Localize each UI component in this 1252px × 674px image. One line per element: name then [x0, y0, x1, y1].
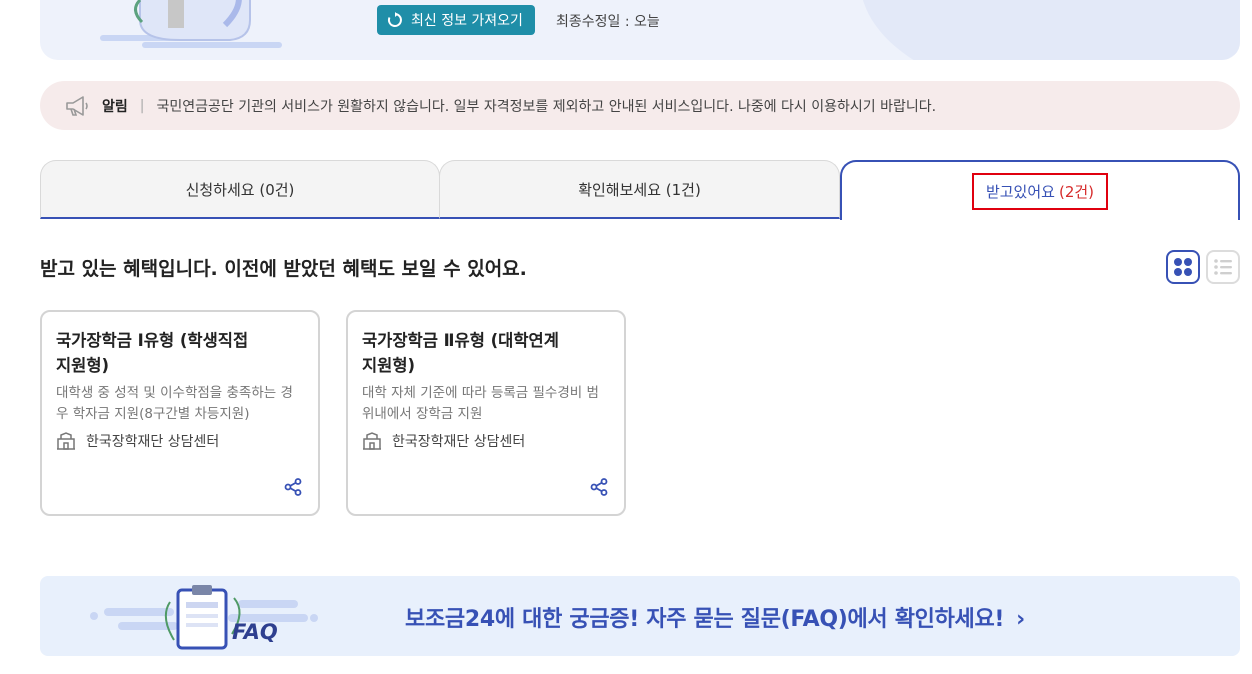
refresh-icon [387, 12, 402, 27]
benefit-card-org: 한국장학재단 상담센터 [362, 431, 610, 451]
notice-separator: | [139, 97, 145, 114]
benefit-card-org: 한국장학재단 상담센터 [56, 431, 304, 451]
megaphone-icon [66, 95, 88, 116]
building-icon [363, 432, 381, 450]
tab-receiving[interactable]: 받고있어요 (2건) [840, 160, 1240, 220]
list-view-icon [1214, 259, 1232, 275]
chevron-right-icon: › [1016, 607, 1025, 632]
benefit-card-description: 대학 자체 기준에 따라 등록금 필수경비 범위내에서 장학금 지원 [362, 385, 599, 422]
benefit-card-title: 국가장학금 Ⅱ유형 (대학연계지원형) [362, 331, 559, 375]
notice-bar: 알림 | 국민연금공단 기관의 서비스가 원활하지 않습니다. 일부 자격정보를… [40, 81, 1240, 130]
benefit-card-description: 대학생 중 성적 및 이수학점을 충족하는 경우 학자금 지원(8구간별 차등지… [56, 385, 293, 422]
section-title: 받고 있는 혜택입니다. 이전에 받았던 혜택도 보일 수 있어요. [40, 258, 527, 280]
share-icon[interactable] [284, 478, 302, 496]
refresh-info-button[interactable]: 최신 정보 가져오기 [377, 5, 535, 35]
benefit-card[interactable]: 국가장학금 Ⅱ유형 (대학연계지원형) 대학 자체 기준에 따라 등록금 필수경… [346, 310, 626, 516]
tab-check[interactable]: 확인해보세요 (1건) [439, 160, 840, 219]
benefit-card-title: 국가장학금 Ⅰ유형 (학생직접지원형) [56, 331, 249, 375]
benefit-card-org-name: 한국장학재단 상담센터 [392, 434, 526, 450]
benefit-card[interactable]: 국가장학금 Ⅰ유형 (학생직접지원형) 대학생 중 성적 및 이수학점을 충족하… [40, 310, 320, 516]
tab-receiving-count: (2건) [1058, 182, 1095, 201]
benefit-tabs: 신청하세요 (0건) 확인해보세요 (1건) 받고있어요 (2건) [40, 160, 1240, 220]
grid-view-button[interactable] [1166, 250, 1200, 284]
faq-banner[interactable]: FAQ 보조금24에 대한 궁금증! 자주 묻는 질문(FAQ)에서 확인하세요… [40, 576, 1240, 656]
tab-receiving-label: 받고있어요 [985, 182, 1055, 201]
benefit-card-org-name: 한국장학재단 상담센터 [86, 434, 220, 450]
faq-text: 보조금24에 대한 궁금증! 자주 묻는 질문(FAQ)에서 확인하세요! [405, 607, 1005, 632]
notice-label: 알림 [102, 98, 128, 115]
tab-apply-label: 신청하세요 (0건) [185, 180, 295, 199]
tab-apply[interactable]: 신청하세요 (0건) [40, 160, 440, 219]
building-icon [57, 432, 75, 450]
faq-clipboard-icon [90, 585, 318, 650]
tab-check-label: 확인해보세요 (1건) [578, 180, 701, 199]
hero-decoration [860, 0, 1240, 60]
last-updated-text: 최종수정일 : 오늘 [556, 14, 660, 30]
faq-link-text[interactable]: 보조금24에 대한 궁금증! 자주 묻는 질문(FAQ)에서 확인하세요! › [405, 601, 1025, 633]
list-view-button[interactable] [1206, 250, 1240, 284]
refresh-info-label: 최신 정보 가져오기 [411, 13, 523, 29]
hero-banner: 최신 정보 가져오기 최종수정일 : 오늘 [40, 0, 1240, 60]
notice-message: 국민연금공단 기관의 서비스가 원활하지 않습니다. 일부 자격정보를 제외하고… [156, 98, 937, 115]
grid-view-icon [1174, 258, 1192, 276]
share-icon[interactable] [590, 478, 608, 496]
hero-illustration-icon [100, 0, 282, 48]
tab-receiving-label-box: 받고있어요 (2건) [971, 172, 1109, 210]
faq-badge: FAQ [232, 620, 278, 644]
